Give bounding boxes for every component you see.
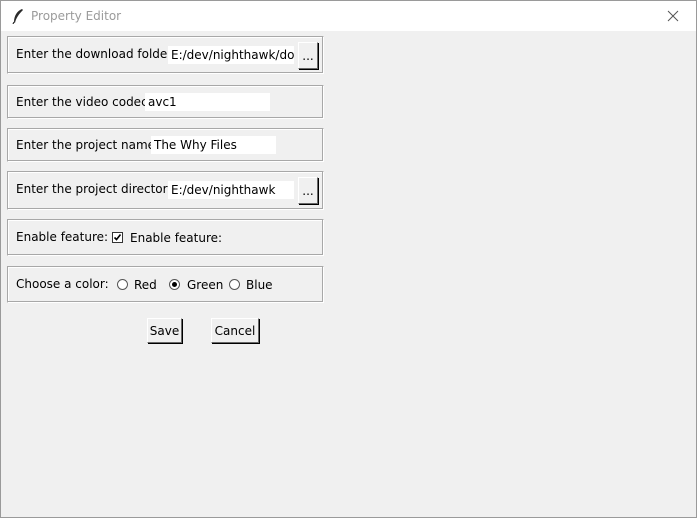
window-title: Property Editor	[31, 9, 122, 23]
video-codec-group: Enter the video codec:	[7, 85, 324, 119]
download-folder-input[interactable]	[168, 46, 294, 64]
feature-label: Enable feature:	[16, 230, 109, 244]
feather-icon	[11, 8, 25, 25]
video-codec-label: Enter the video codec:	[16, 95, 152, 109]
cancel-button[interactable]: Cancel	[211, 318, 259, 343]
download-folder-label: Enter the download folder:	[16, 47, 177, 61]
close-icon	[667, 10, 679, 22]
feature-group: Enable feature: Enable feature:	[7, 219, 324, 256]
checkmark-icon	[113, 234, 122, 241]
project-name-group: Enter the project name:	[7, 128, 324, 162]
property-editor-window: Property Editor Enter the download folde…	[0, 0, 697, 518]
project-name-input[interactable]	[151, 136, 276, 154]
feature-checkbox-label[interactable]: Enable feature:	[130, 231, 222, 245]
feature-checkbox[interactable]	[112, 232, 123, 243]
video-codec-input[interactable]	[145, 93, 270, 111]
radio-red[interactable]	[117, 279, 128, 290]
color-label: Choose a color:	[16, 277, 109, 291]
download-folder-group: Enter the download folder: ...	[7, 36, 324, 74]
radio-blue-label[interactable]: Blue	[246, 278, 273, 292]
radio-selected-dot	[172, 282, 177, 287]
color-group: Choose a color: Red Green Blue	[7, 266, 324, 303]
project-directory-input[interactable]	[168, 181, 294, 199]
radio-blue[interactable]	[229, 279, 240, 290]
close-button[interactable]	[650, 1, 696, 31]
download-folder-browse-button[interactable]: ...	[298, 42, 318, 69]
radio-green[interactable]	[169, 279, 180, 290]
radio-green-label[interactable]: Green	[187, 278, 223, 292]
radio-red-label[interactable]: Red	[134, 278, 157, 292]
project-directory-group: Enter the project directory: ...	[7, 171, 324, 210]
project-directory-label: Enter the project directory:	[16, 182, 178, 196]
project-name-label: Enter the project name:	[16, 138, 160, 152]
title-bar[interactable]: Property Editor	[1, 1, 696, 31]
save-button[interactable]: Save	[147, 318, 182, 343]
project-directory-browse-button[interactable]: ...	[298, 177, 318, 204]
